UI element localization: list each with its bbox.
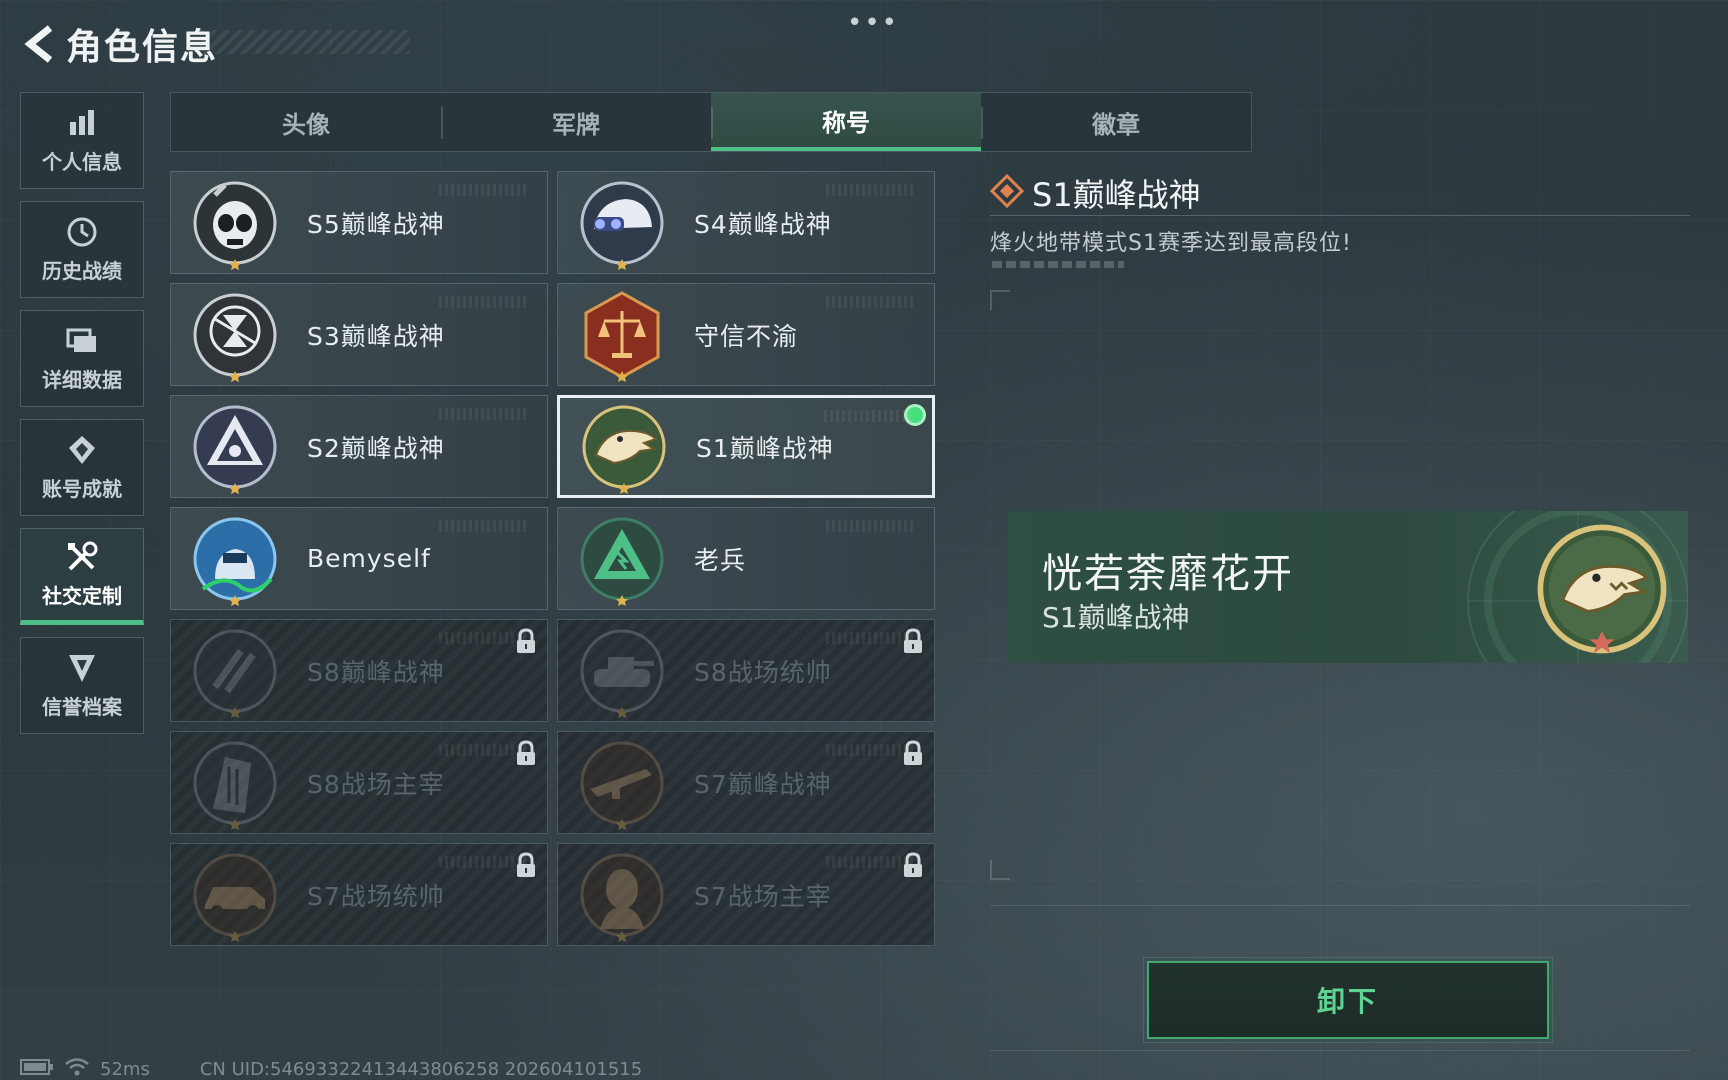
title-card-name: S5巅峰战神 bbox=[307, 209, 445, 239]
detail-description: 烽火地带模式S1赛季达到最高段位! bbox=[990, 231, 1352, 256]
title-card[interactable]: S8巅峰战神 bbox=[170, 619, 548, 722]
title-card[interactable]: 老兵 bbox=[557, 507, 935, 610]
title-card-name: S7战场主宰 bbox=[694, 881, 832, 911]
tools-icon bbox=[65, 540, 99, 574]
title-card[interactable]: S7战场统帅 bbox=[170, 843, 548, 946]
nav-item-label: 社交定制 bbox=[42, 584, 122, 608]
title-card-name: S4巅峰战神 bbox=[694, 209, 832, 239]
triangle-eye-emblem-icon bbox=[185, 397, 285, 497]
title-card[interactable]: Bemyself bbox=[170, 507, 548, 610]
slash-emblem-icon bbox=[185, 621, 285, 721]
title-card[interactable]: S7巅峰战神 bbox=[557, 731, 935, 834]
title-card[interactable]: S8战场统帅 bbox=[557, 619, 935, 722]
divider bbox=[990, 1050, 1690, 1051]
crocodile-emblem-icon bbox=[1532, 519, 1672, 659]
title-card[interactable]: S3巅峰战神 bbox=[170, 283, 548, 386]
title-card[interactable]: S1巅峰战神 bbox=[557, 395, 935, 498]
battery-icon bbox=[20, 1058, 54, 1080]
frame-corner bbox=[990, 860, 1010, 880]
hourglass-globe-emblem-icon bbox=[185, 285, 285, 385]
detail-header: S1巅峰战神 bbox=[989, 170, 1201, 216]
equipped-indicator bbox=[904, 404, 926, 426]
title-card[interactable]: S4巅峰战神 bbox=[557, 171, 935, 274]
nav-item-label: 信誉档案 bbox=[42, 695, 122, 719]
nav-item-label: 个人信息 bbox=[42, 150, 122, 174]
unequip-button[interactable]: 卸下 bbox=[1143, 957, 1553, 1043]
rifle-emblem-icon bbox=[572, 733, 672, 833]
tab-title[interactable]: 称号 bbox=[711, 93, 981, 151]
page-title: 角色信息 bbox=[66, 27, 219, 68]
title-preview-banner: 恍若荼靡花开 S1巅峰战神 bbox=[1008, 511, 1688, 663]
lock-icon bbox=[515, 740, 537, 766]
tab-avatar[interactable]: 头像 bbox=[171, 93, 441, 151]
tank-emblem-icon bbox=[572, 621, 672, 721]
title-card-name: 守信不渝 bbox=[694, 321, 799, 351]
title-card[interactable]: S5巅峰战神 bbox=[170, 171, 548, 274]
lock-icon bbox=[515, 852, 537, 878]
title-card-name: S1巅峰战神 bbox=[696, 433, 834, 463]
vehicle-emblem-icon bbox=[185, 845, 285, 945]
divider bbox=[990, 905, 1690, 906]
more-options-icon[interactable]: ••• bbox=[847, 8, 899, 38]
tab-badge[interactable]: 徽章 bbox=[981, 93, 1251, 151]
status-bar: 52ms CN UID:54693322413443806258 2026041… bbox=[20, 1057, 642, 1080]
title-card-name: S7巅峰战神 bbox=[694, 769, 832, 799]
history-icon bbox=[65, 215, 99, 249]
title-card-name: S8战场统帅 bbox=[694, 657, 832, 687]
side-navigation: 个人信息 历史战绩 详细数据 账号成就 社交定制 信誉档案 bbox=[20, 92, 144, 746]
lock-icon bbox=[902, 628, 924, 654]
title-decoration bbox=[200, 30, 410, 54]
soldier-portrait-emblem-icon bbox=[572, 845, 672, 945]
header: 角色信息 bbox=[20, 18, 218, 70]
title-card-name: S7战场统帅 bbox=[307, 881, 445, 911]
uid-text: CN UID:54693322413443806258 202604101515 bbox=[199, 1059, 643, 1080]
decorative-strip bbox=[992, 261, 1124, 268]
lock-icon bbox=[902, 852, 924, 878]
title-card-name: 老兵 bbox=[694, 545, 747, 575]
lock-icon bbox=[515, 628, 537, 654]
back-arrow-icon[interactable] bbox=[20, 21, 60, 67]
scales-emblem-icon bbox=[572, 285, 672, 385]
tab-dogtag[interactable]: 军牌 bbox=[441, 93, 711, 151]
preview-title: S1巅峰战神 bbox=[1042, 601, 1190, 634]
title-card[interactable]: S8战场主宰 bbox=[170, 731, 548, 834]
title-diamond-icon bbox=[989, 173, 1025, 212]
nav-item-label: 账号成就 bbox=[42, 477, 122, 501]
frame-corner bbox=[990, 290, 1010, 310]
title-card-name: S2巅峰战神 bbox=[307, 433, 445, 463]
preview-nickname: 恍若荼靡花开 bbox=[1042, 551, 1294, 597]
shield-icon bbox=[65, 651, 99, 685]
nav-item-profile[interactable]: 个人信息 bbox=[20, 92, 144, 189]
nav-item-details[interactable]: 详细数据 bbox=[20, 310, 144, 407]
nav-item-label: 详细数据 bbox=[42, 368, 122, 392]
title-card[interactable]: 守信不渝 bbox=[557, 283, 935, 386]
building-emblem-icon bbox=[185, 733, 285, 833]
divider bbox=[990, 215, 1690, 216]
detail-title: S1巅峰战神 bbox=[1032, 176, 1201, 214]
achievement-icon bbox=[65, 433, 99, 467]
ping-value: 52ms bbox=[100, 1059, 150, 1080]
tab-bar: 头像 军牌 称号 徽章 bbox=[170, 92, 1252, 152]
night-vision-helmet-emblem-icon bbox=[572, 173, 672, 273]
title-card-name: S8巅峰战神 bbox=[307, 657, 445, 687]
nav-item-reputation[interactable]: 信誉档案 bbox=[20, 637, 144, 734]
title-card-name: S8战场主宰 bbox=[307, 769, 445, 799]
nav-item-achievements[interactable]: 账号成就 bbox=[20, 419, 144, 516]
nav-item-label: 历史战绩 bbox=[42, 259, 122, 283]
signature-soldier-emblem-icon bbox=[185, 509, 285, 609]
folder-icon bbox=[65, 324, 99, 358]
nav-item-social-custom[interactable]: 社交定制 bbox=[20, 528, 144, 625]
wifi-icon bbox=[64, 1057, 90, 1080]
title-card-name: Bemyself bbox=[307, 544, 431, 573]
title-card-name: S3巅峰战神 bbox=[307, 321, 445, 351]
crocodile-emblem-icon bbox=[574, 398, 674, 495]
title-card[interactable]: S7战场主宰 bbox=[557, 843, 935, 946]
nav-item-history[interactable]: 历史战绩 bbox=[20, 201, 144, 298]
veteran-triangle-emblem-icon bbox=[572, 509, 672, 609]
title-card[interactable]: S2巅峰战神 bbox=[170, 395, 548, 498]
bar-chart-icon bbox=[65, 106, 99, 140]
skull-mask-emblem-icon bbox=[185, 173, 285, 273]
lock-icon bbox=[902, 740, 924, 766]
